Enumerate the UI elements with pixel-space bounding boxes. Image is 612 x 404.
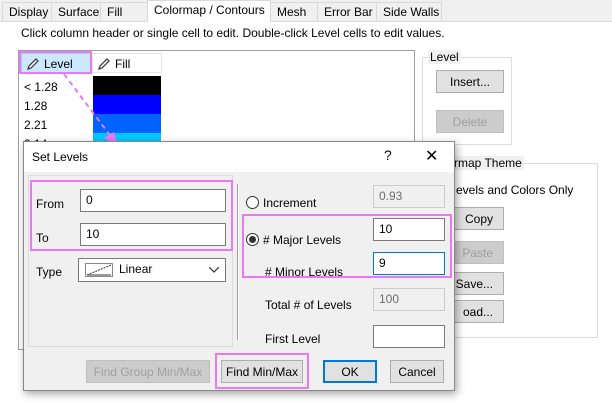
set-levels-dialog: Set Levels ? ✕ From 0 To 10 Type Linear … [23,141,455,391]
tab-surface[interactable]: Surface [51,2,101,21]
levels-and-colors-only-option[interactable]: evels and Colors Only [456,183,573,197]
level-group-title: Level [428,50,461,64]
insert-button[interactable]: Insert... [436,70,504,93]
type-select[interactable]: Linear [78,258,226,282]
linear-scale-icon [85,263,113,277]
tab-error-bar[interactable]: Error Bar [317,2,377,21]
major-levels-input[interactable]: 10 [373,218,445,241]
column-header-fill[interactable]: Fill [92,53,162,73]
to-input[interactable]: 10 [80,223,226,246]
colormap-theme-title: rmap Theme [452,156,524,170]
ok-button[interactable]: OK [323,360,377,383]
help-icon[interactable]: ? [384,147,392,163]
type-label: Type [36,265,63,279]
level-header-highlight [19,51,92,74]
cancel-button[interactable]: Cancel [390,360,444,383]
total-levels-label: Total # of Levels [265,298,352,312]
tab-bar: Display Surface Fill Colormap / Contours… [0,0,612,23]
tab-display[interactable]: Display [2,2,52,21]
total-levels-value: 100 [373,288,445,311]
delete-button[interactable]: Delete [436,110,504,133]
instruction-text: Click column header or single cell to ed… [21,26,445,40]
column-header-fill-label: Fill [115,57,131,71]
first-level-label: First Level [265,332,321,346]
chevron-down-icon [209,267,219,273]
level-cell[interactable]: 1.28 [24,99,47,113]
from-label: From [36,197,64,211]
dashed-arrow-icon [63,73,118,146]
tab-mesh[interactable]: Mesh [270,2,318,21]
major-levels-label: # Major Levels [263,233,342,247]
close-icon[interactable]: ✕ [425,146,438,166]
minor-levels-input[interactable]: 9 [373,252,445,275]
type-value: Linear [119,262,153,276]
divider [237,184,239,340]
dialog-title-bar: Set Levels ? ✕ [24,142,454,172]
tab-fill[interactable]: Fill [100,2,148,21]
find-group-min-max-button[interactable]: Find Group Min/Max [86,360,210,383]
find-min-max-button[interactable]: Find Min/Max [221,360,303,383]
increment-input[interactable]: 0.93 [373,185,445,208]
level-cell[interactable]: < 1.28 [24,80,58,94]
increment-radio[interactable] [246,196,259,209]
tab-colormap-contours[interactable]: Colormap / Contours [147,0,271,23]
pencil-icon [98,58,110,70]
major-levels-radio[interactable] [246,233,259,246]
first-level-input[interactable] [373,325,445,348]
to-label: To [36,231,49,245]
increment-label: Increment [263,196,317,210]
level-cell[interactable]: 2.21 [24,118,47,132]
dialog-title: Set Levels [32,150,89,164]
minor-levels-label: # Minor Levels [265,265,344,279]
tab-side-walls[interactable]: Side Walls [376,2,442,21]
from-input[interactable]: 0 [80,189,226,212]
